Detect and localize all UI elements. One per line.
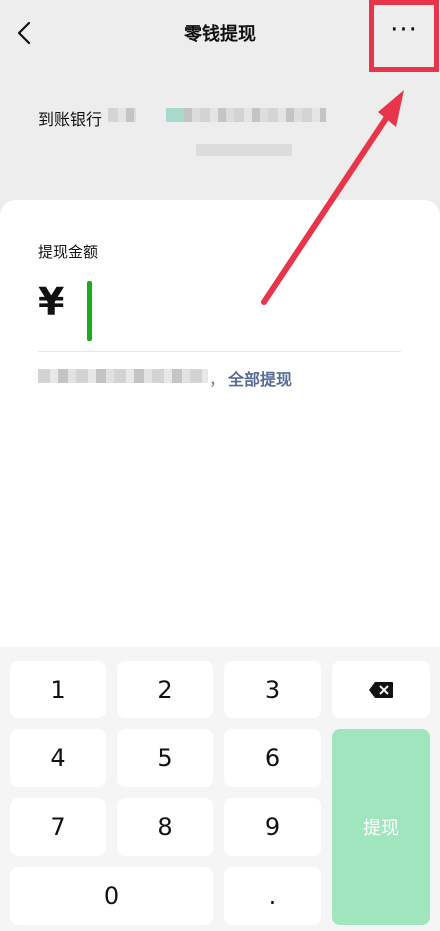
key-6[interactable]: 6 [224, 729, 321, 787]
key-9[interactable]: 9 [224, 798, 321, 856]
key-1[interactable]: 1 [10, 661, 106, 718]
key-4[interactable]: 4 [10, 729, 106, 787]
key-0[interactable]: 0 [10, 867, 213, 925]
key-8[interactable]: 8 [117, 798, 213, 856]
delete-key[interactable] [332, 661, 430, 718]
key-3[interactable]: 3 [224, 661, 321, 718]
backspace-icon [369, 681, 393, 698]
key-5[interactable]: 5 [117, 729, 213, 787]
withdraw-submit-button[interactable]: 提现 [332, 729, 430, 925]
key-decimal[interactable]: . [224, 867, 321, 925]
key-7[interactable]: 7 [10, 798, 106, 856]
key-2[interactable]: 2 [117, 661, 213, 718]
